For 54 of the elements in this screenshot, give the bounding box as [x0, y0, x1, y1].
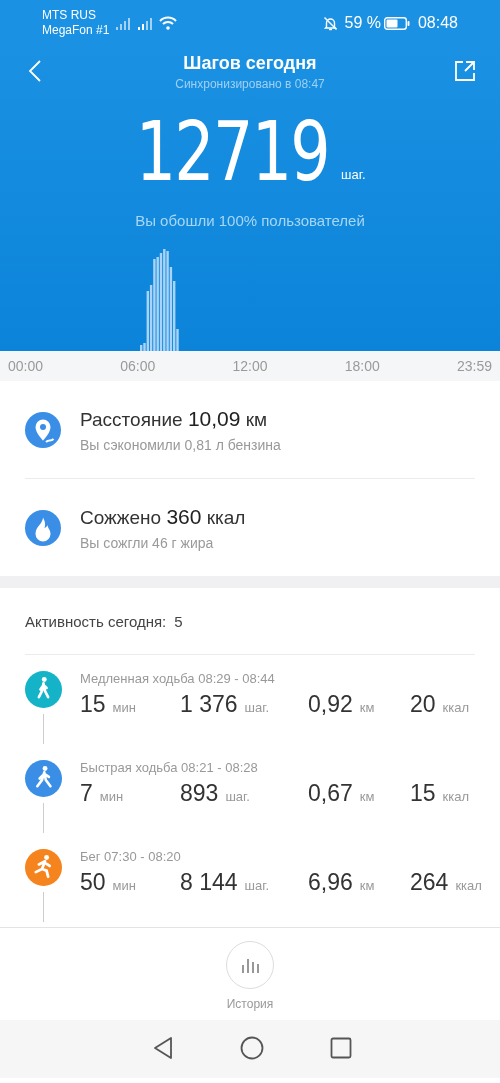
- stat-value: 15: [410, 780, 436, 806]
- stat-unit: км: [359, 878, 375, 893]
- location-pin-icon: [25, 411, 61, 448]
- activity-title: Быстрая ходьба 08:21 - 08:28: [80, 760, 259, 775]
- activity-count: 5: [174, 612, 183, 630]
- summary-note: Вы сэкономили 0,81 л бензина: [80, 436, 281, 453]
- stat-value: 7: [80, 780, 93, 806]
- section-title: Активность сегодня:: [25, 612, 167, 630]
- stat-unit: мин: [112, 700, 136, 715]
- stat-value: 893: [180, 780, 219, 806]
- battery-icon: [383, 16, 410, 30]
- stat-unit: мин: [99, 789, 124, 804]
- stat-unit: шаг.: [244, 878, 269, 893]
- time-label: 00:00: [8, 358, 44, 374]
- stat-unit: мин: [112, 878, 136, 893]
- time-label: 18:00: [344, 358, 380, 374]
- stat-value: 15: [80, 691, 106, 717]
- summary-title: Сожжено 360 ккал: [80, 504, 246, 529]
- stat-value: 0,67: [308, 780, 353, 806]
- stat-value: 0,92: [308, 691, 353, 717]
- history-label: История: [226, 997, 274, 1011]
- stat-value: 1 376: [180, 691, 238, 717]
- screen-title: Шагов сегодня: [183, 53, 317, 74]
- stat-value: 50: [80, 869, 106, 895]
- stat-unit: ккал: [442, 700, 470, 715]
- stat-unit: шаг.: [225, 789, 250, 804]
- stat-value: 8 144: [180, 869, 238, 895]
- summary-note: Вы сожгли 46 г жира: [80, 534, 215, 551]
- activity-title: Медленная ходьба 08:29 - 08:44: [80, 671, 276, 686]
- carrier-name: MegaFon #1: [42, 23, 110, 38]
- flame-icon: [25, 509, 61, 546]
- history-button[interactable]: [226, 941, 274, 989]
- carrier-name: MTS RUS: [42, 8, 97, 23]
- summary-title: Расстояние 10,09 км: [80, 406, 269, 431]
- ranking-caption: Вы обошли 100% пользователей: [134, 212, 366, 229]
- stat-value: 264: [410, 869, 449, 895]
- stat-value: 20: [410, 691, 436, 717]
- sync-status: Синхронизировано в 08:47: [175, 77, 325, 91]
- stat-unit: ккал: [442, 789, 470, 804]
- clock: 08:48: [417, 14, 458, 32]
- stat-unit: км: [359, 789, 375, 804]
- step-count: 12719: [136, 110, 330, 194]
- stat-unit: шаг.: [244, 700, 269, 715]
- stat-unit: ккал: [455, 878, 482, 893]
- battery-percent: 59 %: [344, 14, 381, 32]
- wifi-icon: [159, 16, 178, 30]
- step-unit: шаг.: [341, 167, 366, 182]
- time-label: 06:00: [120, 358, 156, 374]
- time-label: 23:59: [456, 358, 492, 374]
- activity-title: Бег 07:30 - 08:20: [80, 849, 182, 864]
- bell-off-icon: [323, 15, 339, 31]
- stat-unit: км: [359, 700, 375, 715]
- stat-value: 6,96: [308, 869, 353, 895]
- time-label: 12:00: [232, 358, 268, 374]
